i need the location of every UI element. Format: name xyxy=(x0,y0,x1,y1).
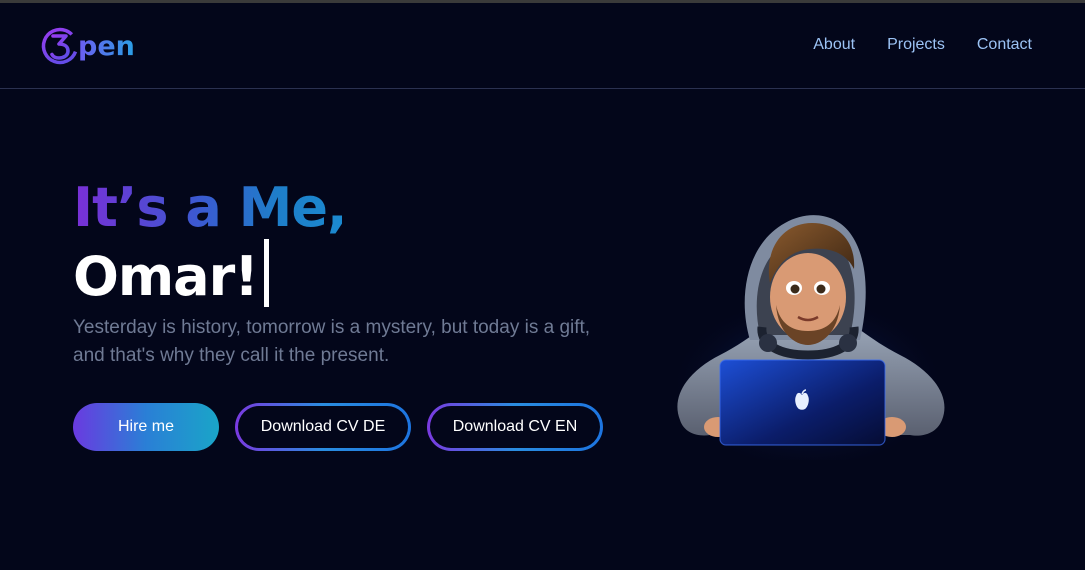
typing-caret xyxy=(263,239,269,307)
hire-me-button[interactable]: Hire me xyxy=(73,403,219,451)
hero-heading: It’s a Me, Omar! xyxy=(73,176,347,308)
nav-contact-link[interactable]: Contact xyxy=(977,36,1032,54)
nav-projects-link[interactable]: Projects xyxy=(887,36,945,54)
developer-avatar-image xyxy=(668,215,948,460)
site-logo[interactable]: pen xyxy=(40,26,135,66)
download-cv-de-button[interactable]: Download CV DE xyxy=(235,403,411,451)
hero-greeting: It’s a Me, xyxy=(73,176,347,239)
logo-3-icon xyxy=(41,27,79,65)
hero-tagline: Yesterday is history, tomorrow is a myst… xyxy=(73,317,591,366)
download-cv-en-button[interactable]: Download CV EN xyxy=(427,403,603,451)
nav-about-link[interactable]: About xyxy=(813,36,855,54)
main-nav: About Projects Contact xyxy=(813,36,1032,54)
hero-name: Omar! xyxy=(73,245,259,308)
site-header: pen About Projects Contact xyxy=(0,3,1085,89)
logo-text: pen xyxy=(78,30,135,62)
